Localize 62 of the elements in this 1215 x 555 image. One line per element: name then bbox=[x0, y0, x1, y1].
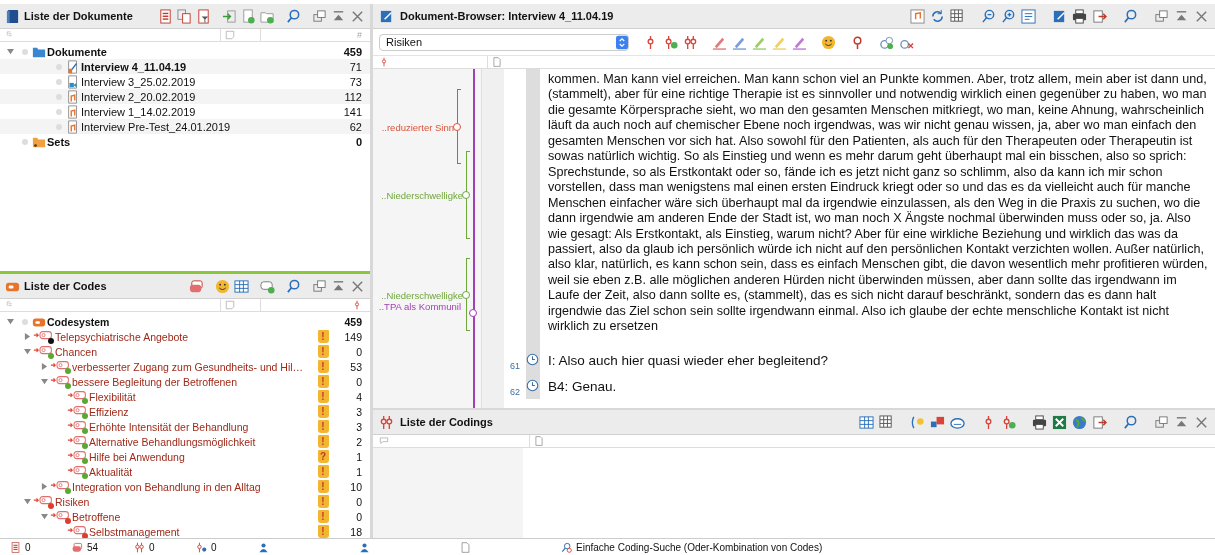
code-count: 3 bbox=[355, 420, 362, 433]
paragraph-number[interactable]: 61 bbox=[510, 360, 520, 371]
code-name[interactable]: Risiken bbox=[55, 495, 90, 508]
code-name[interactable]: Telepsychiatrische Angebote bbox=[55, 330, 189, 343]
document-name[interactable]: Interview 2_20.02.2019 bbox=[81, 90, 196, 103]
code-count: 459 bbox=[343, 315, 362, 328]
code-count: 2 bbox=[355, 435, 362, 448]
code-name[interactable]: Chancen bbox=[55, 345, 98, 358]
code-count: 53 bbox=[349, 360, 362, 373]
code-count: 0 bbox=[355, 495, 362, 508]
code-count: 1 bbox=[355, 465, 362, 478]
code-name[interactable]: Aktualität bbox=[89, 465, 133, 478]
search-mode: Einfache Coding-Suche (Oder-Kombination von Codes) bbox=[576, 542, 823, 553]
code-name[interactable]: Integration von Behandlung in den Alltag bbox=[72, 480, 261, 493]
code-name[interactable]: Betroffene bbox=[72, 510, 121, 523]
panel-title: Liste der Dokumente bbox=[24, 10, 133, 22]
document-count: 62 bbox=[348, 120, 362, 133]
document-name[interactable]: Interview Pre-Test_24.01.2019 bbox=[81, 120, 231, 133]
code-name[interactable]: bessere Begleitung der Betroffenen bbox=[72, 375, 237, 388]
code-count: 0 bbox=[355, 345, 362, 358]
panel-title: Dokument-Browser: Interview 4_11.04.19 bbox=[400, 10, 614, 22]
document-count: 71 bbox=[348, 60, 362, 73]
document-count: 0 bbox=[354, 135, 362, 148]
code-count: 3 bbox=[355, 405, 362, 418]
panel-title: Liste der Codings bbox=[400, 416, 493, 428]
code-name[interactable]: Selbstmanagement bbox=[89, 525, 180, 538]
code-dropdown[interactable]: Risiken bbox=[379, 33, 629, 51]
code-count: 18 bbox=[349, 525, 362, 538]
code-count: 0 bbox=[355, 510, 362, 523]
document-name[interactable]: Interview 1_14.02.2019 bbox=[81, 105, 196, 118]
code-name[interactable]: Alternative Behandlungsmöglichkeit bbox=[89, 435, 256, 448]
code-name[interactable]: Flexibilität bbox=[89, 390, 136, 403]
code-count: 0 bbox=[355, 375, 362, 388]
code-count: 149 bbox=[343, 330, 362, 343]
coding-label[interactable]: ..TPA als Kommunil bbox=[378, 301, 461, 312]
document-count: 112 bbox=[343, 90, 362, 103]
code-name[interactable]: verbesserter Zugang zum Gesundheits- und Hil… bbox=[72, 360, 304, 373]
document-name[interactable]: Dokumente bbox=[47, 45, 107, 58]
panel-title: Liste der Codes bbox=[24, 280, 107, 292]
coding-label[interactable]: ..reduzierter Sinn bbox=[381, 121, 454, 132]
memo-count: 0 bbox=[211, 542, 217, 553]
code-name[interactable]: Hilfe bei Anwendung bbox=[89, 450, 185, 463]
code-name[interactable]: Erhöhte Intensität der Behandlung bbox=[89, 420, 249, 433]
code-name[interactable]: Codesystem bbox=[47, 315, 110, 328]
code-count: 1 bbox=[355, 450, 362, 463]
paragraph-number[interactable]: 62 bbox=[510, 386, 520, 397]
paragraph-text: I: Also auch hier quasi wieder eher begleitend? bbox=[547, 351, 829, 370]
document-name[interactable]: Sets bbox=[47, 135, 71, 148]
document-count: 73 bbox=[348, 75, 362, 88]
code-count: 10 bbox=[349, 480, 362, 493]
paragraph-text: B4: Genau. bbox=[547, 377, 618, 396]
code-name[interactable]: Effizienz bbox=[89, 405, 129, 418]
document-count: 459 bbox=[342, 45, 362, 58]
coding-count: 0 bbox=[149, 542, 155, 553]
column-header: # bbox=[357, 30, 362, 40]
document-name[interactable]: Interview 4_11.04.19 bbox=[81, 60, 187, 73]
document-name[interactable]: Interview 3_25.02.2019 bbox=[81, 75, 196, 88]
code-count: 4 bbox=[355, 390, 362, 403]
paragraph-text: kommen. Man kann viel erreichen. Man kann schon viel an Punkte kommen. Aber, trotz allem, mein aber ist dann und, (stammelt), aber für eine richtige Therapie ist es sinnvoller und notwendig wirklich einen gegenüber zu haben, wo man die gesamte Körpersprache sieht, wo man den gesamten Menschen mitkriegt, wo man, keine Ahnung, wahrscheinlich läuft da auch noch auf chemischer Ebene noch irgendwas, was wir nicht genau wissen, ja, aber wo man einfach den gesamten Menschen vor sich hat. Also sowohl für den Patienten, als auch für den Therapeuten oder Therapeutin ist sowas natürlich wichtig. So als Einstieg und wenn es mehr darum geht überhaupt mal ein bisschen, also so sprich: Sprechstunde, so als Erstkontakt oder so, fände ich es jetzt nicht ganz so schlimm, also da kann ich mir schon vorstellen, dass man wenigstens mal einen ersten Eindruck kriegt oder so und das es da vielleicht auch für manche Menschen einfacher wäre sich überhaupt mal da irgendwie einzulassen, als den Weg in die Praxis zu suchen, wo die dann irgendwie am anderen Ende der Stadt ist, wo man noch X Ängste nochmal überwinden muss oder so, ja. Also wie gesagt: Als Erstkontakt, als Einstieg, warum nicht? Aber für eine wirkliche Beziehung und wirklich das was da passiert, also da glaub ich persönlich würde ich nicht auf den persönlichen Kontakt verzichten wollen. Außer natürlich, also klar, natürlich, es kann schon sein, dass es einfach Menschen gibt, die davon wesentlich mehr profitieren würden, weil sie eben z.B. alle möglichen anderen Hürden nicht überwinden müssen, aber dann sollte das irgendwann im Laufe der Zeit, also dann sollte es, (stammelt), das es sich nicht darauf beschränkt, sondern das es dann halt irgendwie das Ziel schon sein sollte irgendwann einmal. Also ich glaube der echte menschliche Kontakt ist nicht wirklich zu ersetzen bbox=[547, 71, 1209, 336]
document-count: 0 bbox=[25, 542, 31, 553]
document-count: 141 bbox=[342, 105, 362, 118]
code-count: 54 bbox=[87, 542, 99, 553]
